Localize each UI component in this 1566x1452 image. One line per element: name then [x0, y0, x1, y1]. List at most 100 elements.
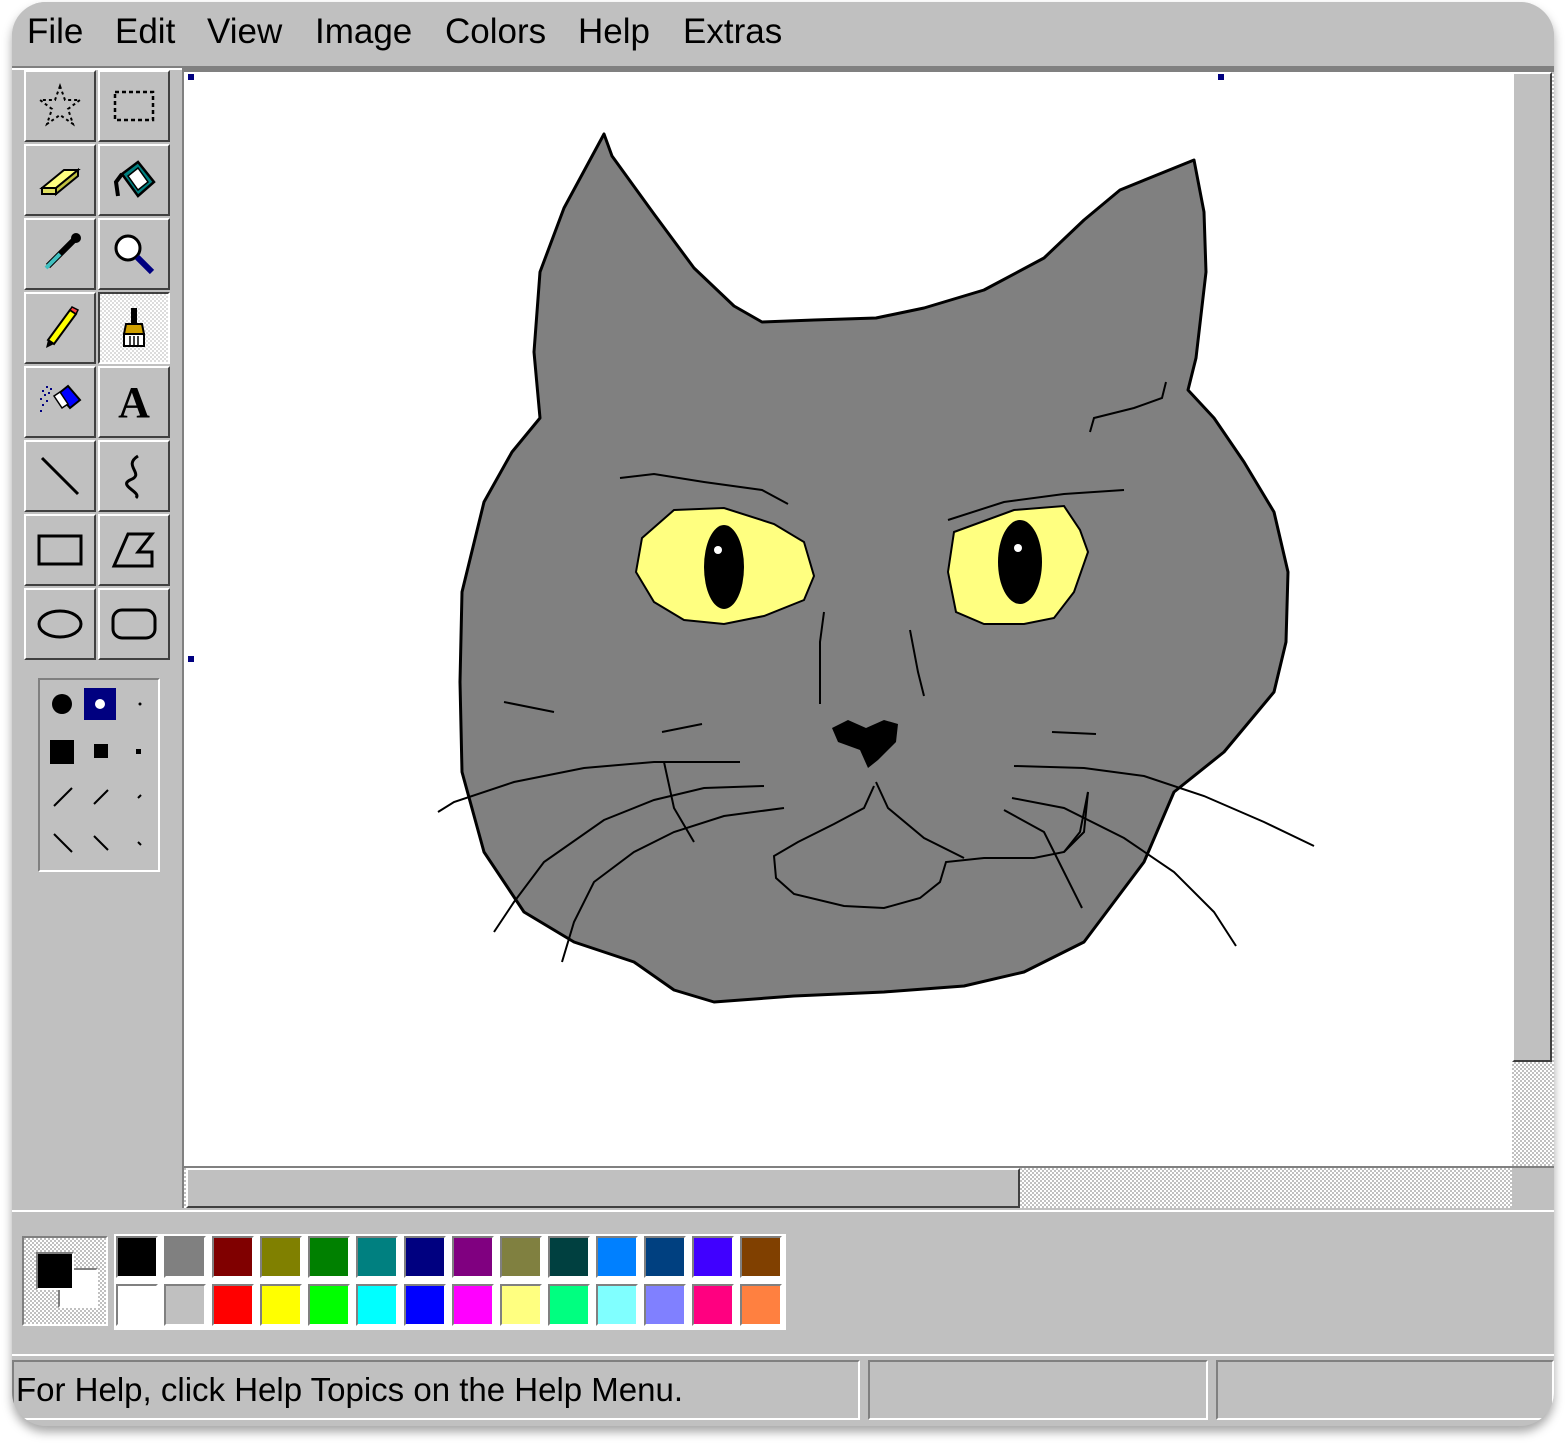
airbrush-icon — [40, 384, 82, 412]
palette-color-swatch[interactable] — [212, 1284, 254, 1326]
palette-color-swatch[interactable] — [548, 1284, 590, 1326]
magnifier-icon — [114, 234, 155, 275]
tool-polygon[interactable] — [98, 514, 170, 586]
palette-color-swatch[interactable] — [692, 1236, 734, 1278]
menu-file[interactable]: File — [27, 12, 83, 52]
palette-color-swatch[interactable] — [596, 1284, 638, 1326]
menu-colors[interactable]: Colors — [445, 12, 546, 52]
canvas-resize-handle[interactable] — [1218, 74, 1224, 80]
palette-color-swatch[interactable] — [500, 1284, 542, 1326]
palette-color-swatch[interactable] — [500, 1236, 542, 1278]
tool-brush[interactable] — [98, 292, 170, 364]
palette-color-swatch[interactable] — [164, 1236, 206, 1278]
brush-option-medium-square[interactable] — [94, 744, 108, 758]
star-select-icon — [37, 83, 83, 127]
menu-help[interactable]: Help — [578, 12, 650, 52]
tool-ellipse[interactable] — [24, 588, 96, 660]
palette-color-swatch[interactable] — [260, 1236, 302, 1278]
canvas-resize-handle[interactable] — [188, 74, 194, 80]
brush-option-medium-forward-slash[interactable] — [93, 789, 109, 805]
tool-eraser[interactable] — [24, 144, 96, 216]
brush-option-small-back-slash[interactable] — [137, 841, 142, 846]
palette-color-swatch[interactable] — [308, 1236, 350, 1278]
brush-shape-options — [50, 688, 142, 853]
brush-dot — [95, 699, 105, 709]
tool-rounded-rectangle[interactable] — [98, 588, 170, 660]
rounded-rectangle-icon — [111, 608, 157, 640]
menu-extras[interactable]: Extras — [683, 12, 782, 52]
ellipse-icon — [37, 609, 83, 639]
tool-select[interactable] — [98, 70, 170, 142]
canvas-resize-handle[interactable] — [188, 656, 194, 662]
palette-color-swatch[interactable] — [404, 1236, 446, 1278]
tool-magnifier[interactable] — [98, 218, 170, 290]
tool-options — [38, 678, 160, 872]
palette-color-swatch[interactable] — [260, 1284, 302, 1326]
cat-head — [458, 132, 1290, 1004]
foreground-color-swatch — [36, 1252, 74, 1290]
palette-color-swatch[interactable] — [644, 1284, 686, 1326]
eyedropper-icon — [44, 233, 81, 270]
tool-pick-color[interactable] — [24, 218, 96, 290]
tool-rectangle[interactable] — [24, 514, 96, 586]
paint-bucket-icon — [113, 160, 156, 198]
palette-color-swatch[interactable] — [452, 1284, 494, 1326]
tool-curve[interactable] — [98, 440, 170, 512]
paint-window: File Edit View Image Colors Help Extras — [12, 2, 1554, 1426]
tool-free-form-select[interactable] — [24, 70, 96, 142]
brush-option-small-round[interactable] — [138, 702, 142, 706]
brush-option-large-square[interactable] — [50, 740, 74, 764]
menu-edit[interactable]: Edit — [115, 12, 175, 52]
brush-option-small-forward-slash[interactable] — [137, 794, 142, 799]
cat-drawing — [437, 132, 1315, 1004]
rect-select-icon — [113, 90, 155, 122]
palette-color-swatch[interactable] — [404, 1284, 446, 1326]
brush-option-small-square[interactable] — [136, 749, 141, 754]
tool-text[interactable]: A — [98, 366, 170, 438]
palette-color-swatch[interactable] — [308, 1284, 350, 1326]
left-pupil — [704, 525, 744, 609]
color-palette — [114, 1234, 786, 1330]
palette-color-swatch[interactable] — [164, 1284, 206, 1326]
palette-color-swatch[interactable] — [356, 1284, 398, 1326]
right-pupil-highlight — [1014, 544, 1022, 552]
tool-line[interactable] — [24, 440, 96, 512]
palette-color-swatch[interactable] — [740, 1284, 782, 1326]
tool-pencil[interactable] — [24, 292, 96, 364]
left-pupil-highlight — [714, 546, 722, 554]
pencil-icon — [46, 306, 80, 348]
menu-image[interactable]: Image — [315, 12, 412, 52]
palette-color-swatch[interactable] — [644, 1236, 686, 1278]
palette-color-swatch[interactable] — [116, 1236, 158, 1278]
rectangle-icon — [37, 534, 83, 566]
menu-bar: File Edit View Image Colors Help Extras — [12, 2, 1554, 66]
eraser-icon — [39, 167, 81, 197]
status-help-text: For Help, click Help Topics on the Help … — [16, 1371, 684, 1408]
line-icon — [40, 456, 80, 496]
palette-color-swatch[interactable] — [740, 1236, 782, 1278]
brush-option-large-forward-slash[interactable] — [53, 787, 73, 807]
tool-airbrush[interactable] — [24, 366, 96, 438]
status-coordinates-pane — [868, 1360, 1208, 1420]
brush-option-large-back-slash[interactable] — [53, 833, 73, 853]
brush-option-large-round[interactable] — [52, 694, 72, 714]
drawing-canvas[interactable] — [184, 72, 1512, 1166]
brush-option-medium-back-slash[interactable] — [93, 835, 109, 851]
curve-icon — [125, 454, 139, 500]
palette-color-swatch[interactable] — [596, 1236, 638, 1278]
palette-color-swatch[interactable] — [116, 1284, 158, 1326]
horizontal-scroll-thumb[interactable] — [186, 1168, 1020, 1208]
polygon-icon — [111, 532, 156, 568]
palette-color-swatch[interactable] — [212, 1236, 254, 1278]
toolbox: A — [22, 68, 174, 666]
palette-color-swatch[interactable] — [548, 1236, 590, 1278]
scrollbar-corner — [1512, 1168, 1554, 1208]
tool-fill-with-color[interactable] — [98, 144, 170, 216]
status-size-pane — [1216, 1360, 1554, 1420]
menu-view[interactable]: View — [207, 12, 282, 52]
palette-color-swatch[interactable] — [356, 1236, 398, 1278]
palette-color-swatch[interactable] — [452, 1236, 494, 1278]
brush-icon — [122, 308, 146, 347]
palette-color-swatch[interactable] — [692, 1284, 734, 1326]
vertical-scroll-thumb[interactable] — [1512, 72, 1552, 1062]
